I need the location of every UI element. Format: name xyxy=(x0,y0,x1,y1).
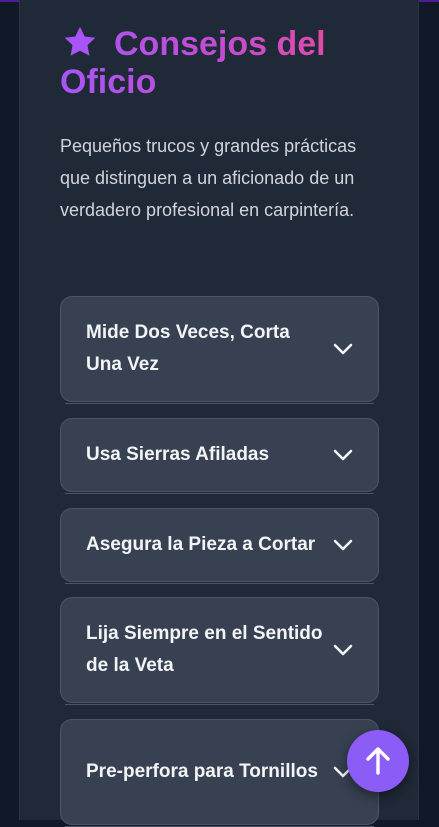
tip-label: Pre-perfora para Tornillos xyxy=(86,761,318,782)
tip-accordion-measure-twice[interactable]: Mide Dos Veces, Corta Una Vez xyxy=(60,296,379,404)
arrow-up-icon xyxy=(366,747,390,775)
chevron-down-icon xyxy=(333,343,353,355)
tip-accordion-sand-with-grain[interactable]: Lija Siempre en el Sentido de la Veta xyxy=(60,597,379,705)
tip-accordion-pre-drill[interactable]: Pre-perfora para Tornillos xyxy=(60,719,379,827)
star-icon xyxy=(64,26,96,56)
tip-label: Usa Sierras Afiladas xyxy=(86,444,270,465)
chevron-down-icon xyxy=(333,539,353,551)
section-header: Consejos del Oficio xyxy=(60,24,360,101)
tip-label: Mide Dos Veces, Corta Una Vez xyxy=(86,322,290,375)
section-intro: Pequeños trucos y grandes prácticas que … xyxy=(60,136,357,220)
scroll-to-top-button[interactable] xyxy=(347,730,409,792)
tip-label: Asegura la Pieza a Cortar xyxy=(86,534,316,555)
chevron-down-icon xyxy=(333,644,353,656)
tip-accordion-secure-piece[interactable]: Asegura la Pieza a Cortar xyxy=(60,508,379,584)
section-title: Consejos del Oficio xyxy=(60,24,360,101)
tip-label: Lija Siempre en el Sentido de la Veta xyxy=(86,623,323,676)
chevron-down-icon xyxy=(333,449,353,461)
tip-accordion-sharp-saws[interactable]: Usa Sierras Afiladas xyxy=(60,418,379,494)
